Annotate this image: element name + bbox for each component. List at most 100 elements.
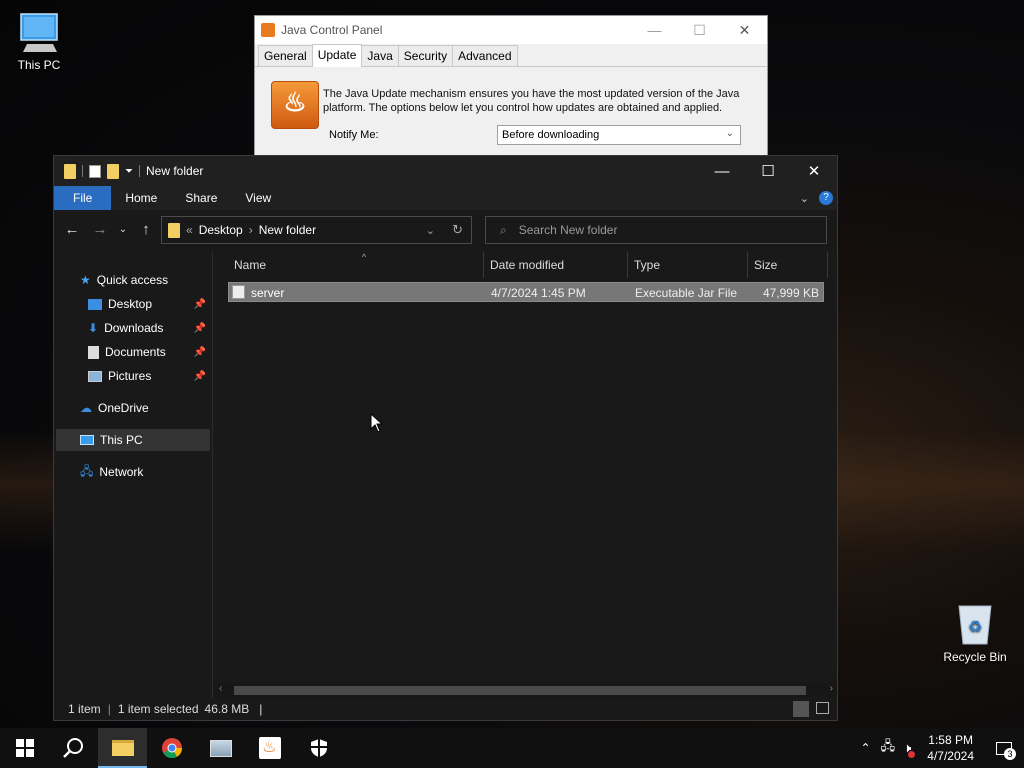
start-button[interactable] (0, 728, 49, 768)
nav-label: This PC (100, 433, 143, 447)
tab-advanced[interactable]: Advanced (452, 45, 518, 66)
ribbon-tab-home[interactable]: Home (111, 186, 171, 210)
back-arrow-icon[interactable]: ← (58, 221, 86, 238)
taskbar-file-explorer[interactable] (98, 728, 147, 768)
ribbon-tab-file[interactable]: File (54, 186, 112, 210)
action-center-button[interactable]: 3 (984, 728, 1024, 768)
column-header-name[interactable]: Name ^ (228, 252, 484, 278)
refresh-icon[interactable]: ↻ (452, 222, 463, 238)
documents-icon (88, 345, 99, 359)
table-row[interactable]: server 4/7/2024 1:45 PM Executable Jar F… (228, 282, 824, 302)
close-button[interactable]: ✕ (722, 22, 767, 39)
taskbar-java-control-panel[interactable]: ♨ (245, 728, 294, 768)
properties-icon[interactable] (89, 164, 101, 178)
breadcrumb-separator-icon: › (248, 223, 253, 237)
desktop-icon-this-pc[interactable]: This PC (4, 12, 74, 72)
notify-label: Notify Me: (329, 129, 379, 141)
status-selection: 1 item selected (117, 702, 199, 716)
nav-item-pictures[interactable]: Pictures 📌 (88, 365, 210, 387)
breadcrumb-overflow[interactable]: « (186, 223, 193, 237)
pin-icon[interactable]: 📌 (194, 299, 206, 310)
minimize-button[interactable]: — (632, 22, 677, 38)
taskbar-windows-security[interactable] (294, 728, 343, 768)
download-arrow-icon: ⬇ (88, 321, 99, 335)
pin-icon[interactable]: 📌 (194, 371, 206, 382)
tab-general[interactable]: General (258, 45, 313, 66)
column-header-type[interactable]: Type (628, 252, 748, 278)
file-date-modified: 4/7/2024 1:45 PM (491, 286, 586, 300)
nav-label: Desktop (108, 297, 153, 311)
nav-item-onedrive[interactable]: ☁ OneDrive (80, 397, 149, 419)
file-size: 47,999 KB (762, 286, 819, 300)
tab-java[interactable]: Java (361, 45, 399, 66)
maximize-button[interactable]: ☐ (677, 22, 722, 39)
desktop-icon-label: This PC (17, 58, 61, 72)
file-explorer-icon (111, 740, 134, 756)
navigation-pane: ★ Quick access Desktop 📌 ⬇ Downloads 📌 D… (54, 252, 212, 698)
update-tab-body: ♨ The Java Update mechanism ensures you … (255, 67, 767, 155)
pin-icon[interactable]: 📌 (194, 323, 206, 334)
nav-item-downloads[interactable]: ⬇ Downloads 📌 (88, 317, 210, 339)
java-icon: ♨ (258, 737, 281, 759)
scroll-left-icon[interactable]: ‹ (219, 683, 222, 694)
shield-icon (310, 739, 327, 757)
new-folder-icon[interactable] (107, 163, 119, 179)
pin-icon[interactable]: 📌 (194, 347, 206, 358)
column-label: Name (234, 258, 267, 272)
pane-divider[interactable] (212, 252, 213, 698)
column-label: Type (634, 258, 661, 272)
show-hidden-icons-chevron-icon[interactable]: ⌃ (861, 741, 871, 755)
help-icon[interactable]: ? (819, 191, 833, 205)
desktop-icon-label: Recycle Bin (943, 650, 1007, 664)
nav-item-quick-access[interactable]: ★ Quick access (80, 269, 168, 291)
recent-locations-icon[interactable]: ⌄ (114, 224, 132, 235)
tab-update[interactable]: Update (311, 44, 363, 67)
desktop-icon-recycle-bin[interactable]: ♻ Recycle Bin (940, 602, 1010, 664)
maximize-button[interactable]: ☐ (745, 162, 791, 180)
volume-muted-icon[interactable]: 🕨 (903, 740, 916, 758)
horizontal-scrollbar[interactable]: ‹ › (214, 682, 837, 698)
nav-item-desktop[interactable]: Desktop 📌 (88, 293, 210, 315)
mouse-cursor-icon (370, 412, 384, 436)
taskbar-chrome[interactable] (147, 728, 196, 768)
search-placeholder: Search New folder (518, 223, 618, 237)
file-explorer-window: ⏷ New folder — ☐ ✕ File Home Share View … (53, 155, 838, 721)
scrollbar-thumb[interactable] (234, 686, 806, 695)
search-box[interactable]: ⌕ Search New folder (485, 216, 827, 244)
recycle-bin-icon: ♻ (955, 602, 995, 646)
nav-item-documents[interactable]: Documents 📌 (88, 341, 210, 363)
taskbar-control-panel[interactable] (196, 728, 245, 768)
network-status-icon[interactable]: 🖧 (881, 737, 896, 759)
status-bar: 1 item | 1 item selected 46.8 MB | (54, 698, 837, 720)
sort-ascending-icon: ^ (362, 252, 367, 262)
address-history-chevron-icon[interactable]: ⌄ (426, 224, 435, 237)
customize-toolbar-icon[interactable]: ⏷ (125, 166, 133, 177)
search-button[interactable] (49, 728, 98, 768)
column-header-date-modified[interactable]: Date modified (484, 252, 628, 278)
details-view-icon[interactable] (793, 701, 809, 717)
address-bar[interactable]: « Desktop › New folder ⌄ ↻ (161, 216, 472, 244)
column-header-size[interactable]: Size (748, 252, 828, 278)
breadcrumb-desktop[interactable]: Desktop (199, 223, 243, 237)
ribbon-tab-share[interactable]: Share (171, 186, 231, 210)
expand-ribbon-icon[interactable]: ⌄ (800, 192, 809, 205)
status-separator: | (259, 702, 263, 716)
ribbon: File Home Share View ⌄ ? (54, 186, 837, 210)
status-selection-size: 46.8 MB (204, 702, 250, 716)
forward-arrow-icon[interactable]: → (86, 221, 114, 238)
nav-item-network[interactable]: 🖧 Network (80, 461, 143, 483)
up-arrow-icon[interactable]: ↑ (132, 221, 160, 238)
scroll-right-icon[interactable]: › (830, 683, 833, 694)
close-button[interactable]: ✕ (791, 162, 837, 180)
clock[interactable]: 1:58 PM 4/7/2024 (917, 732, 984, 764)
nav-item-this-pc[interactable]: This PC (56, 429, 210, 451)
system-tray: ⌃ 🖧 🕨 1:58 PM 4/7/2024 3 (861, 728, 1024, 768)
computer-icon (80, 435, 94, 445)
ribbon-tab-view[interactable]: View (231, 186, 285, 210)
java-icon (261, 23, 275, 37)
notify-dropdown[interactable]: Before downloading ⌄ (497, 125, 741, 145)
large-icons-view-icon[interactable] (816, 702, 829, 714)
breadcrumb-new-folder[interactable]: New folder (259, 223, 316, 237)
minimize-button[interactable]: — (699, 163, 745, 180)
tab-security[interactable]: Security (397, 45, 454, 66)
